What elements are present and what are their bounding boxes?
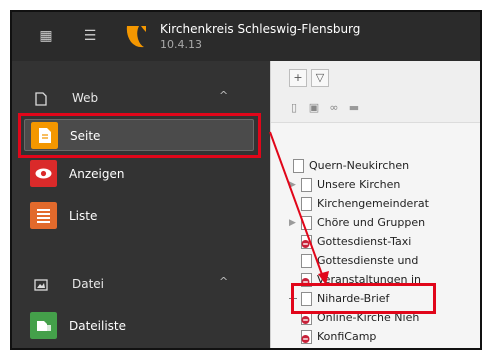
- screenshot-frame: ▦ ☰ Kirchenkreis Schleswig-Flensburg 10.…: [10, 10, 482, 350]
- annotation-arrow: [269, 131, 329, 285]
